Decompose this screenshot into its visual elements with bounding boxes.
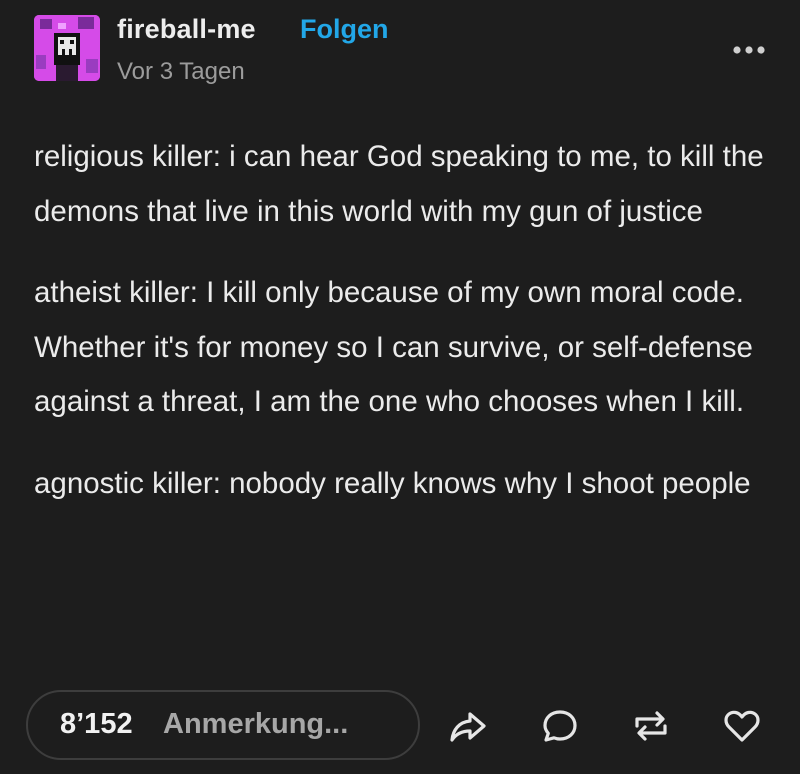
follow-button[interactable]: Folgen	[300, 14, 389, 45]
notes-button[interactable]: 8’152 Anmerkung...	[26, 690, 420, 760]
reblog-icon[interactable]	[631, 706, 671, 746]
post-paragraph: religious killer: i can hear God speakin…	[34, 140, 764, 228]
post-body: religious killer: i can hear God speakin…	[34, 130, 774, 538]
author-name[interactable]: fireball-me	[117, 14, 256, 45]
more-options-icon[interactable]	[728, 40, 770, 60]
like-icon[interactable]	[722, 706, 762, 746]
post-card: fireball-me Folgen Vor 3 Tagen religious…	[0, 0, 800, 774]
avatar-image	[34, 15, 100, 81]
share-icon[interactable]	[448, 706, 488, 746]
notes-count: 8’152	[60, 708, 133, 740]
avatar[interactable]	[34, 15, 100, 81]
post-paragraph: atheist killer: I kill only because of m…	[34, 276, 753, 418]
notes-label: Anmerkung...	[163, 708, 349, 740]
post-timestamp: Vor 3 Tagen	[117, 58, 245, 85]
post-paragraph: agnostic killer: nobody really knows why…	[34, 466, 751, 500]
reply-icon[interactable]	[540, 706, 580, 746]
